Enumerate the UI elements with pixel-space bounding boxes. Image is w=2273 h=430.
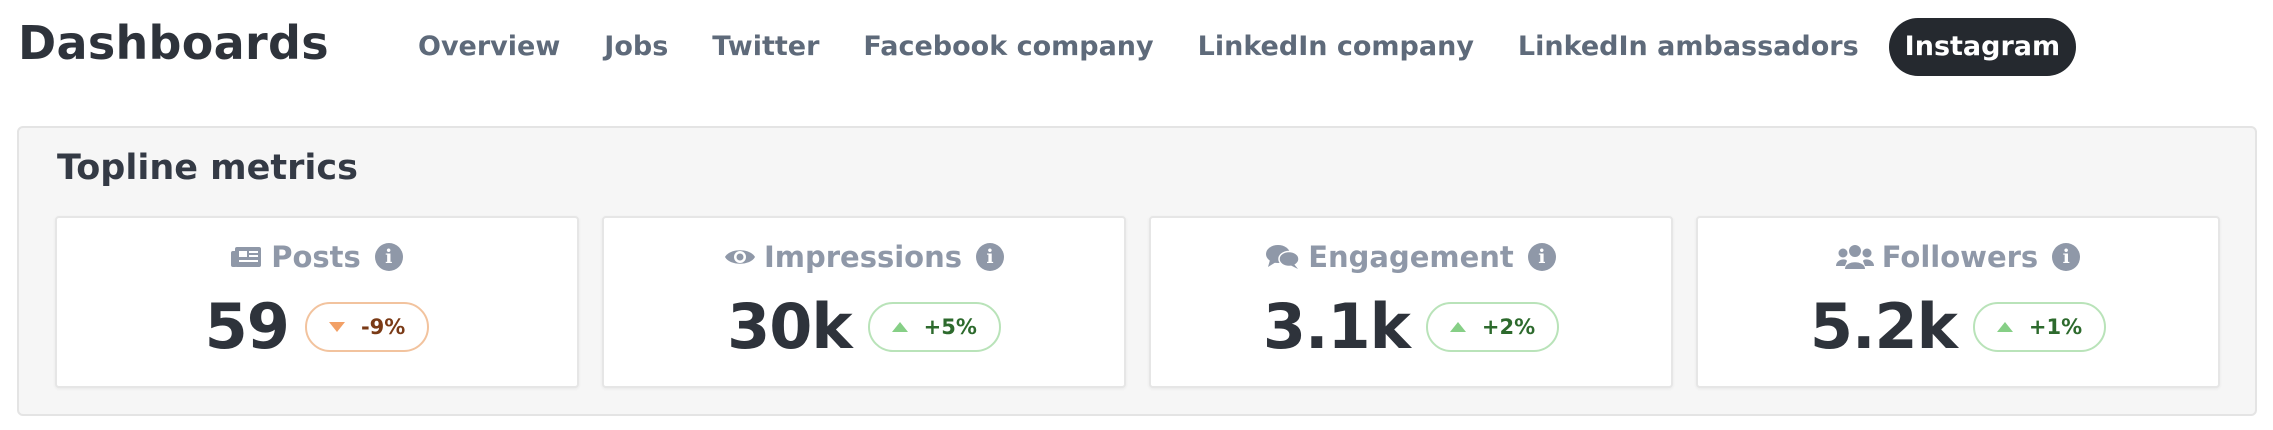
change-value: +5% xyxy=(923,314,977,339)
metric-label: Followers xyxy=(1881,240,2039,274)
comments-icon xyxy=(1266,244,1300,270)
metric-label: Engagement xyxy=(1308,240,1514,274)
info-icon[interactable]: i xyxy=(976,243,1005,271)
down-arrow-icon xyxy=(328,321,345,332)
metric-card-header: Followers i xyxy=(1698,240,2218,274)
dashboard-tabs: Overview Jobs Twitter Facebook company L… xyxy=(396,17,2077,77)
metric-card-header: Posts i xyxy=(57,240,577,274)
tab-linkedin-company[interactable]: LinkedIn company xyxy=(1176,18,1496,76)
metric-card-header: Impressions i xyxy=(604,240,1124,274)
tab-twitter[interactable]: Twitter xyxy=(690,18,841,76)
eye-icon xyxy=(724,245,756,269)
top-bar: Dashboards Overview Jobs Twitter Faceboo… xyxy=(0,0,2273,112)
page-title: Dashboards xyxy=(18,16,329,70)
change-badge: +1% xyxy=(1972,301,2107,352)
metric-value: 59 xyxy=(204,290,290,363)
metric-card-body: 59 -9% xyxy=(57,290,577,363)
info-icon[interactable]: i xyxy=(2052,243,2081,271)
topline-metrics-panel: Topline metrics Posts i 59 -9% Impressio… xyxy=(17,126,2257,416)
metric-value: 3.1k xyxy=(1262,290,1411,363)
metric-card-header: Engagement i xyxy=(1151,240,1671,274)
metric-card-followers: Followers i 5.2k +1% xyxy=(1696,216,2220,388)
metric-label: Posts xyxy=(271,240,361,274)
info-icon[interactable]: i xyxy=(1527,243,1556,271)
metric-card-body: 5.2k +1% xyxy=(1698,290,2218,363)
change-badge: -9% xyxy=(304,301,430,352)
users-icon xyxy=(1835,244,1874,270)
info-icon[interactable]: i xyxy=(374,243,403,271)
tab-facebook-company[interactable]: Facebook company xyxy=(841,18,1175,76)
change-badge: +2% xyxy=(1425,301,1560,352)
tab-jobs[interactable]: Jobs xyxy=(582,18,690,76)
metric-card-posts: Posts i 59 -9% xyxy=(55,216,579,388)
metric-value: 30k xyxy=(727,290,853,363)
metric-card-body: 30k +5% xyxy=(604,290,1124,363)
tab-linkedin-ambassadors[interactable]: LinkedIn ambassadors xyxy=(1496,18,1881,76)
metric-card-body: 3.1k +2% xyxy=(1151,290,1671,363)
change-value: +2% xyxy=(1481,314,1536,339)
section-title: Topline metrics xyxy=(57,148,358,188)
newspaper-icon xyxy=(231,245,263,269)
tab-overview[interactable]: Overview xyxy=(396,18,582,76)
tab-instagram[interactable]: Instagram xyxy=(1888,18,2077,76)
up-arrow-icon xyxy=(891,321,908,332)
metric-value: 5.2k xyxy=(1809,290,1958,363)
metric-label: Impressions xyxy=(763,240,963,274)
change-badge: +5% xyxy=(867,301,1001,352)
change-value: +1% xyxy=(2028,314,2083,339)
metric-card-engagement: Engagement i 3.1k +2% xyxy=(1149,216,1673,388)
up-arrow-icon xyxy=(1996,321,2013,332)
change-value: -9% xyxy=(360,314,406,339)
up-arrow-icon xyxy=(1449,321,1466,332)
metric-card-impressions: Impressions i 30k +5% xyxy=(602,216,1126,388)
